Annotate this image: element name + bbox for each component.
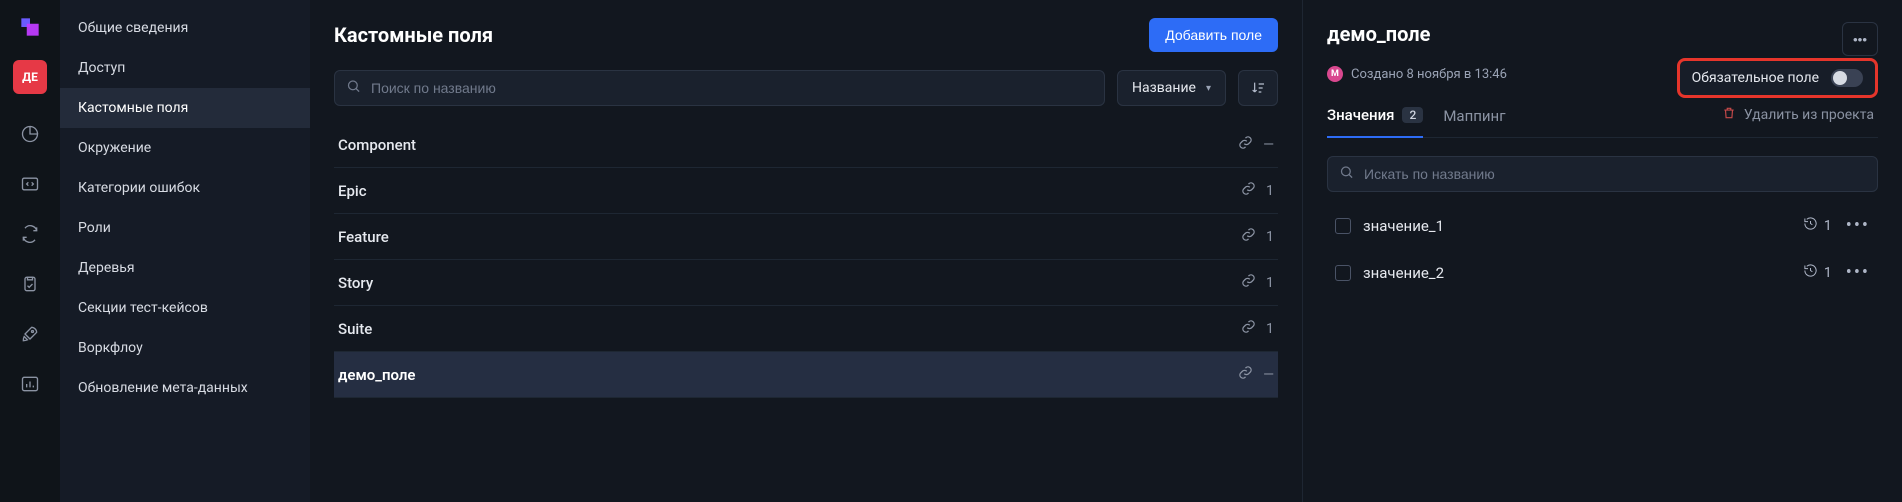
value-more-button[interactable]: ••• <box>1846 264 1870 282</box>
value-checkbox[interactable] <box>1335 218 1351 234</box>
detail-title: демо_поле <box>1327 22 1430 46</box>
value-row[interactable]: значение_1 1 ••• <box>1327 202 1878 249</box>
value-list: значение_1 1 ••• значение_2 <box>1327 202 1878 296</box>
field-row[interactable]: Epic 1 <box>334 168 1278 214</box>
field-row[interactable]: демо_поле — <box>334 352 1278 398</box>
field-name: демо_поле <box>338 366 415 384</box>
history-number: 1 <box>1824 218 1832 234</box>
more-horizontal-icon: ••• <box>1846 217 1870 235</box>
field-row[interactable]: Story 1 <box>334 260 1278 306</box>
sort-select[interactable]: Название ▾ <box>1117 70 1226 106</box>
sidebar-item-test-case-sections[interactable]: Секции тест-кейсов <box>60 288 310 328</box>
user-avatar[interactable]: ДЕ <box>13 60 47 94</box>
field-name: Epic <box>338 182 367 200</box>
code-brackets-icon[interactable] <box>10 164 50 204</box>
delete-label: Удалить из проекта <box>1744 107 1874 123</box>
detail-search <box>1327 156 1878 192</box>
history-icon <box>1803 216 1818 235</box>
app-root: ДЕ Общие сведения Доступ Кастомные поля … <box>0 0 1902 502</box>
rocket-icon[interactable] <box>10 314 50 354</box>
link-icon <box>1238 365 1253 384</box>
main-controls: Название ▾ <box>334 70 1278 106</box>
required-field-box: Обязательное поле <box>1677 58 1878 98</box>
history-count[interactable]: 1 <box>1803 216 1832 235</box>
field-name: Suite <box>338 320 372 338</box>
sidebar-item-workflow[interactable]: Воркфлоу <box>60 328 310 368</box>
field-name: Story <box>338 274 373 292</box>
link-icon <box>1238 135 1253 154</box>
required-block: Обязательное поле Удалить из проекта <box>1677 58 1878 124</box>
detail-panel: демо_поле ••• M Создано 8 ноября в 13:46… <box>1302 0 1902 502</box>
values-search-input[interactable] <box>1327 156 1878 192</box>
sidebar-item-meta-update[interactable]: Обновление мета-данных <box>60 368 310 408</box>
value-checkbox[interactable] <box>1335 265 1351 281</box>
required-label: Обязательное поле <box>1692 70 1819 86</box>
field-count: — <box>1263 367 1274 383</box>
detail-more-button[interactable]: ••• <box>1842 22 1878 56</box>
app-logo[interactable] <box>15 12 45 42</box>
link-icon <box>1241 319 1256 338</box>
sidebar-item-roles[interactable]: Роли <box>60 208 310 248</box>
tab-mapping[interactable]: Маппинг <box>1443 97 1505 137</box>
tab-label: Маппинг <box>1443 107 1505 125</box>
value-more-button[interactable]: ••• <box>1846 217 1870 235</box>
pie-chart-icon[interactable] <box>10 114 50 154</box>
chevron-down-icon: ▾ <box>1206 83 1211 94</box>
sidebar-item-general[interactable]: Общие сведения <box>60 8 310 48</box>
search-icon <box>346 79 361 98</box>
value-row[interactable]: значение_2 1 ••• <box>1327 249 1878 296</box>
field-row[interactable]: Suite 1 <box>334 306 1278 352</box>
sidebar-item-access[interactable]: Доступ <box>60 48 310 88</box>
field-count: — <box>1263 137 1274 153</box>
more-horizontal-icon: ••• <box>1846 264 1870 282</box>
field-row[interactable]: Component — <box>334 122 1278 168</box>
field-name: Feature <box>338 228 389 246</box>
field-name: Component <box>338 136 416 154</box>
link-icon <box>1241 227 1256 246</box>
sidebar-item-environment[interactable]: Окружение <box>60 128 310 168</box>
value-name: значение_2 <box>1363 264 1444 282</box>
detail-header: демо_поле ••• <box>1327 22 1878 56</box>
history-number: 1 <box>1824 265 1832 281</box>
search-input[interactable] <box>334 70 1105 106</box>
main-panel: Кастомные поля Добавить поле Название ▾ … <box>310 0 1302 502</box>
trash-icon <box>1722 106 1736 124</box>
required-toggle[interactable] <box>1831 69 1863 87</box>
sidebar-item-error-categories[interactable]: Категории ошибок <box>60 168 310 208</box>
tab-values[interactable]: Значения 2 <box>1327 96 1423 138</box>
field-count: 1 <box>1266 321 1274 337</box>
page-title: Кастомные поля <box>334 23 493 47</box>
link-icon <box>1241 181 1256 200</box>
history-count[interactable]: 1 <box>1803 263 1832 282</box>
author-badge: M <box>1327 66 1343 82</box>
clipboard-icon[interactable] <box>10 264 50 304</box>
more-horizontal-icon: ••• <box>1853 32 1867 47</box>
settings-sidebar: Общие сведения Доступ Кастомные поля Окр… <box>60 0 310 502</box>
search-icon <box>1339 165 1354 184</box>
created-at-text: Создано 8 ноября в 13:46 <box>1351 67 1507 82</box>
field-count: 1 <box>1266 183 1274 199</box>
main-header: Кастомные поля Добавить поле <box>334 18 1278 52</box>
sort-label: Название <box>1132 80 1196 96</box>
sort-direction-button[interactable] <box>1238 70 1278 106</box>
delete-from-project-button[interactable]: Удалить из проекта <box>1677 106 1878 124</box>
tab-label: Значения <box>1327 106 1394 124</box>
tab-badge: 2 <box>1402 107 1423 123</box>
bar-chart-icon[interactable] <box>10 364 50 404</box>
sidebar-item-custom-fields[interactable]: Кастомные поля <box>60 88 310 128</box>
add-field-button[interactable]: Добавить поле <box>1149 18 1278 52</box>
value-name: значение_1 <box>1363 217 1444 235</box>
sync-icon[interactable] <box>10 214 50 254</box>
sidebar-item-trees[interactable]: Деревья <box>60 248 310 288</box>
link-icon <box>1241 273 1256 292</box>
field-list: Component — Epic 1 Feature 1 <box>334 122 1278 398</box>
field-count: 1 <box>1266 229 1274 245</box>
field-count: 1 <box>1266 275 1274 291</box>
field-row[interactable]: Feature 1 <box>334 214 1278 260</box>
search-wrap <box>334 70 1105 106</box>
icon-rail: ДЕ <box>0 0 60 502</box>
history-icon <box>1803 263 1818 282</box>
